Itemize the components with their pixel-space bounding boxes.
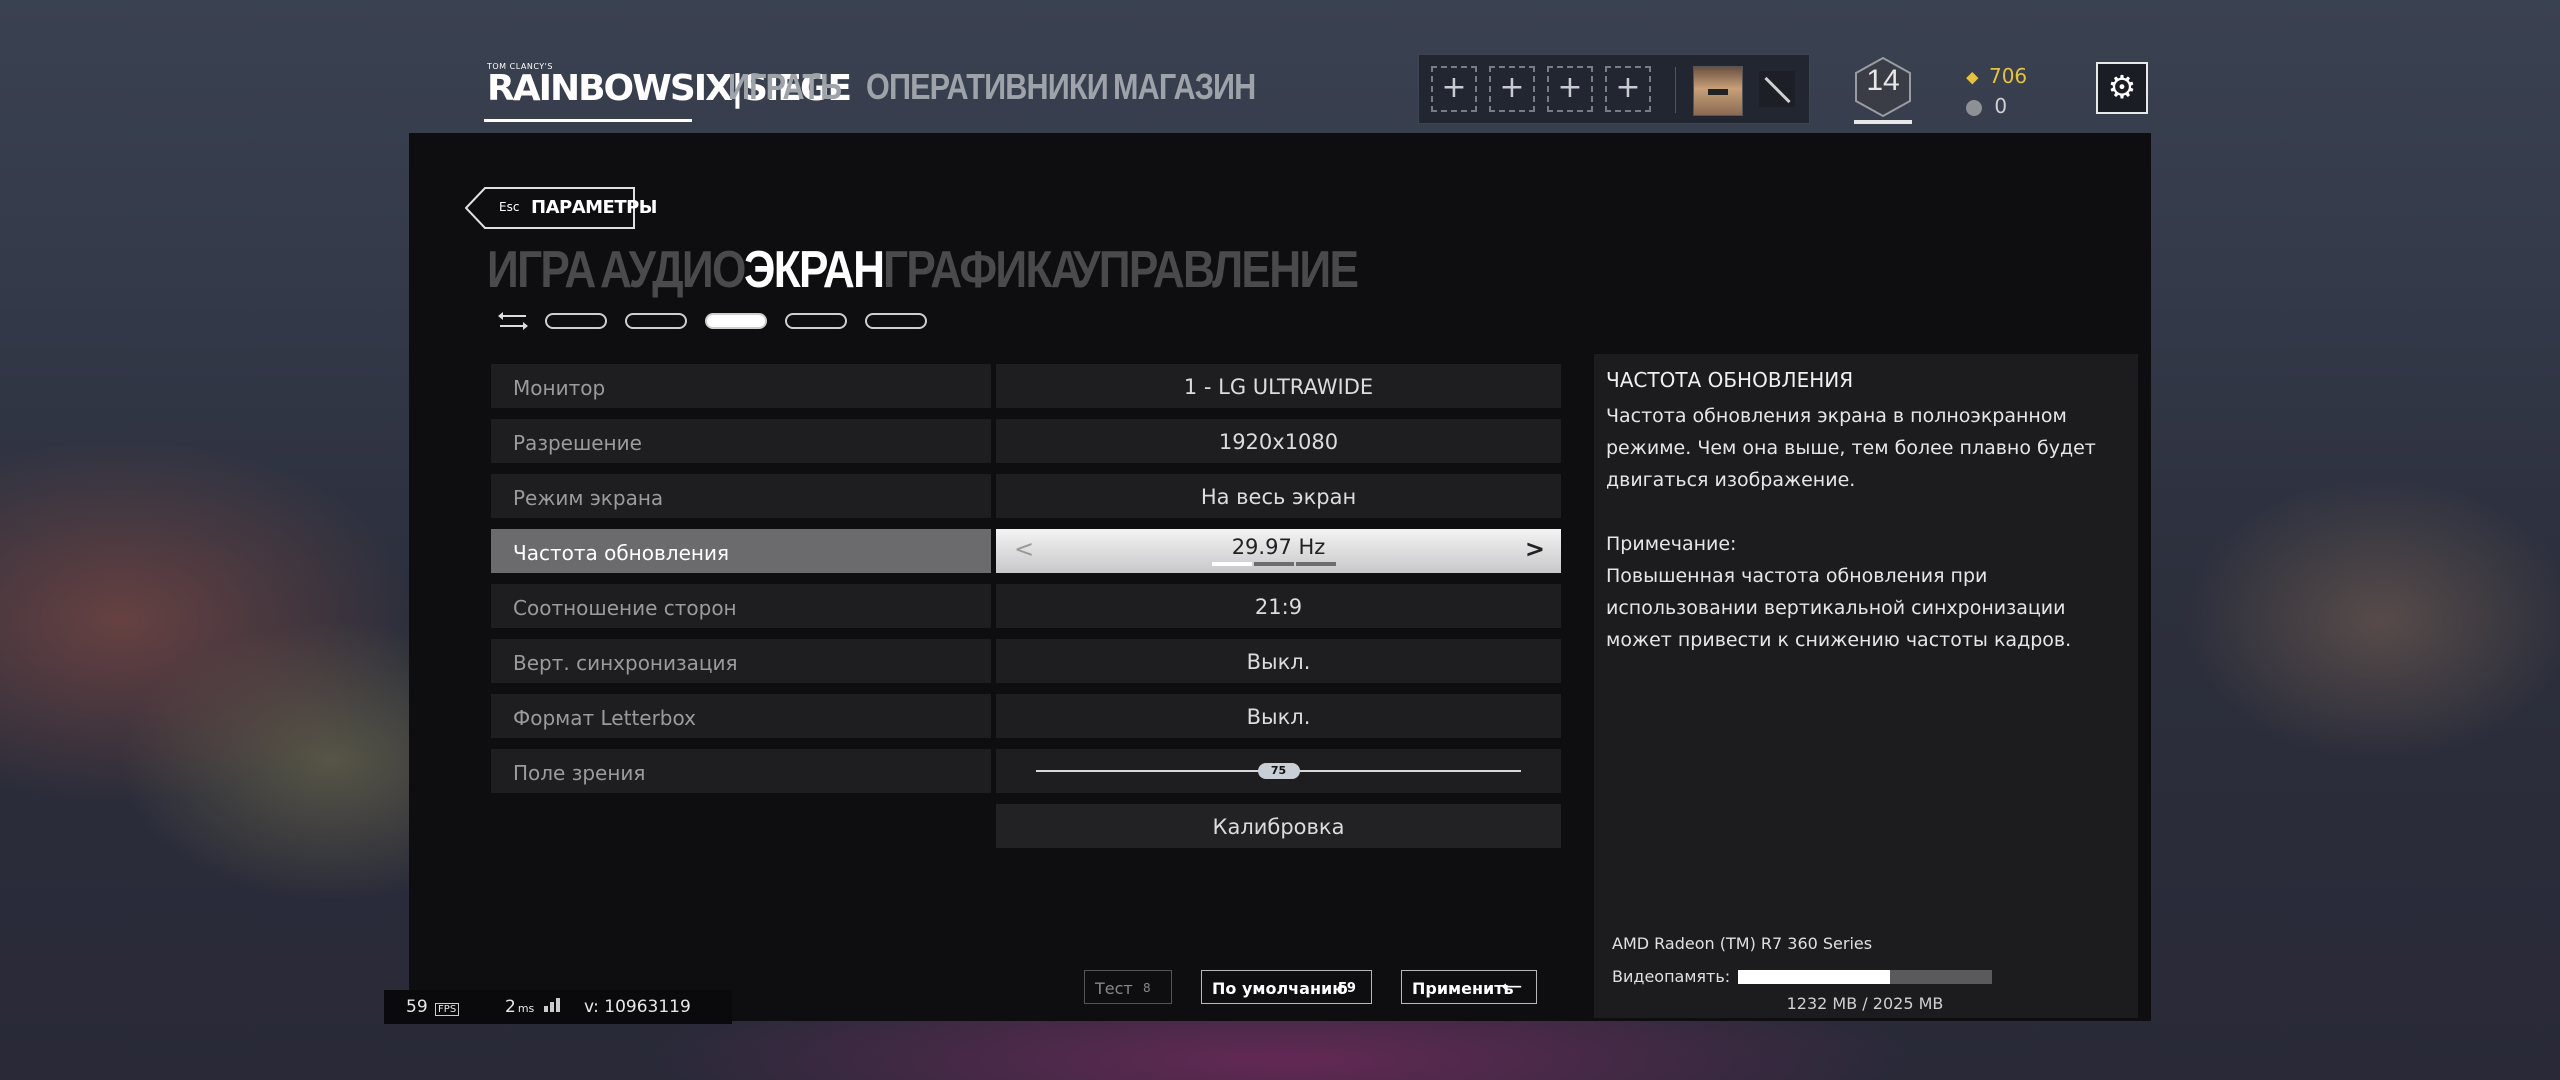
setting-row-display-mode[interactable]: Режим экрана На весь экран xyxy=(491,474,1561,518)
fps-value: 59 xyxy=(406,997,428,1017)
squad-slot-add[interactable]: + xyxy=(1547,66,1593,112)
vram-label: Видеопамять: xyxy=(1612,967,1731,986)
info-panel: ЧАСТОТА ОБНОВЛЕНИЯ Частота обновления эк… xyxy=(1594,354,2138,1018)
tab-game[interactable]: ИГРА xyxy=(487,240,596,300)
setting-row-resolution[interactable]: Разрешение 1920x1080 xyxy=(491,419,1561,463)
renown-amount: 706 xyxy=(1988,64,2028,88)
ping-unit: ms xyxy=(517,1002,535,1015)
back-label: ПАРАМЕТРЫ xyxy=(531,197,657,218)
setting-label: Частота обновления xyxy=(513,541,729,565)
default-label: По умолчанию xyxy=(1212,979,1348,998)
rainbow-six-siege-logo[interactable]: TOM CLANCY'S RAINBOWSIX|SIEGE xyxy=(484,60,852,122)
setting-label: Режим экрана xyxy=(513,486,664,510)
setting-value: На весь экран xyxy=(1200,485,1357,509)
level-progress-bar xyxy=(1854,120,1912,124)
vram-bar-fill xyxy=(1738,970,1891,984)
calibration-button[interactable]: Калибровка xyxy=(996,815,1561,839)
signal-icon-bar xyxy=(549,1002,554,1012)
settings-gear-button[interactable]: ⚙ xyxy=(2096,62,2148,114)
fps-label: FPS xyxy=(435,1003,460,1016)
credits-icon xyxy=(1966,99,1982,116)
renown-currency: ⬥ 706 xyxy=(1966,64,2027,88)
credits-currency: 0 xyxy=(1966,94,2007,118)
test-label: Тест xyxy=(1095,979,1133,998)
setting-value: 29.97 Hz xyxy=(1231,535,1326,559)
back-button[interactable]: Esc ПАРАМЕТРЫ xyxy=(465,187,657,229)
setting-value: 1 - LG ULTRAWIDE xyxy=(1183,375,1374,399)
signal-icon xyxy=(543,1006,548,1012)
tab-controls[interactable]: УПРАВЛЕНИЕ xyxy=(1073,240,1359,300)
nav-shop[interactable]: МАГАЗИН xyxy=(1113,66,1256,108)
fps-counter: 59 FPS xyxy=(406,997,460,1017)
test-key-hint: 8 xyxy=(1143,981,1151,995)
tab-graphics[interactable]: ГРАФИКА xyxy=(883,240,1083,300)
build-version: v: 10963119 xyxy=(584,997,691,1017)
setting-row-vsync[interactable]: Верт. синхронизация Выкл. xyxy=(491,639,1561,683)
subtab-pill-5[interactable] xyxy=(865,313,927,329)
setting-row-refresh-rate[interactable]: Частота обновления < 29.97 Hz > xyxy=(491,529,1561,573)
info-note: Повышенная частота обновления при исполь… xyxy=(1606,565,2072,651)
tab-display[interactable]: ЭКРАН xyxy=(744,240,885,300)
player-level: 14 xyxy=(1866,64,1900,97)
setting-row-calibration[interactable]: Калибровка xyxy=(491,804,1561,848)
signal-icon-bar xyxy=(555,998,560,1012)
subtab-pill-1[interactable] xyxy=(545,313,607,329)
option-indicator-active xyxy=(1212,562,1252,566)
nav-operators[interactable]: ОПЕРАТИВНИКИ xyxy=(866,66,1109,108)
enter-key-icon: ⟵ xyxy=(1502,979,1523,995)
logo-underline xyxy=(484,119,692,122)
setting-label: Соотношение сторон xyxy=(513,596,737,620)
option-indicator xyxy=(1254,562,1294,566)
nav-play[interactable]: ИГРАТЬ xyxy=(728,66,842,108)
default-key-hint: F9 xyxy=(1338,981,1356,996)
knife-icon[interactable] xyxy=(1759,71,1795,107)
vram-bar xyxy=(1738,970,1992,984)
setting-label: Верт. синхронизация xyxy=(513,651,738,675)
apply-label: Применить xyxy=(1412,979,1514,998)
squad-slot-add[interactable]: + xyxy=(1431,66,1477,112)
ping-value: 2 xyxy=(505,997,516,1017)
chevron-right-icon[interactable]: > xyxy=(1525,535,1545,563)
setting-row-fov[interactable]: Поле зрения 75 xyxy=(491,749,1561,793)
apply-button[interactable]: Применить ⟵ xyxy=(1401,970,1537,1004)
gpu-name: AMD Radeon (TM) R7 360 Series xyxy=(1612,934,1873,953)
back-key-hint: Esc xyxy=(499,200,520,214)
squad-divider xyxy=(1675,67,1676,113)
setting-row-monitor[interactable]: Монитор 1 - LG ULTRAWIDE xyxy=(491,364,1561,408)
squad-slot-add[interactable]: + xyxy=(1605,66,1651,112)
renown-icon: ⬥ xyxy=(1966,67,1979,88)
setting-label: Монитор xyxy=(513,376,606,400)
tab-audio[interactable]: АУДИО xyxy=(600,240,746,300)
credits-amount: 0 xyxy=(1994,94,2008,118)
vram-value: 1232 MB / 2025 MB xyxy=(1786,994,1944,1013)
gear-icon: ⚙ xyxy=(2107,68,2137,106)
ping-counter: 2 ms xyxy=(505,997,560,1017)
player-avatar[interactable] xyxy=(1693,66,1743,116)
squad-panel: + + + + xyxy=(1418,54,1810,124)
setting-label: Формат Letterbox xyxy=(513,706,696,730)
info-title: ЧАСТОТА ОБНОВЛЕНИЯ xyxy=(1606,368,1854,392)
setting-row-letterbox[interactable]: Формат Letterbox Выкл. xyxy=(491,694,1561,738)
subtab-pill-3[interactable] xyxy=(705,313,767,329)
info-description: Частота обновления экрана в полноэкранно… xyxy=(1606,405,2096,491)
setting-value: Выкл. xyxy=(1246,705,1311,729)
subtab-pill-4[interactable] xyxy=(785,313,847,329)
squad-slot-add[interactable]: + xyxy=(1489,66,1535,112)
subtab-pill-2[interactable] xyxy=(625,313,687,329)
setting-value: 1920x1080 xyxy=(1218,430,1339,454)
setting-value: 21:9 xyxy=(1254,595,1303,619)
option-indicator xyxy=(1296,562,1336,566)
default-button[interactable]: По умолчанию F9 xyxy=(1201,970,1372,1004)
setting-label: Поле зрения xyxy=(513,761,646,785)
slider-thumb[interactable]: 75 xyxy=(1257,763,1300,779)
setting-label: Разрешение xyxy=(513,431,642,455)
test-button[interactable]: Тест 8 xyxy=(1084,970,1172,1004)
subtab-toggle-icon[interactable] xyxy=(496,308,530,334)
player-level-badge[interactable]: 14 xyxy=(1852,56,1914,124)
setting-row-aspect-ratio[interactable]: Соотношение сторон 21:9 xyxy=(491,584,1561,628)
setting-value: Выкл. xyxy=(1246,650,1311,674)
fov-slider[interactable]: 75 xyxy=(996,749,1561,793)
info-note-title: Примечание: xyxy=(1606,533,1737,555)
